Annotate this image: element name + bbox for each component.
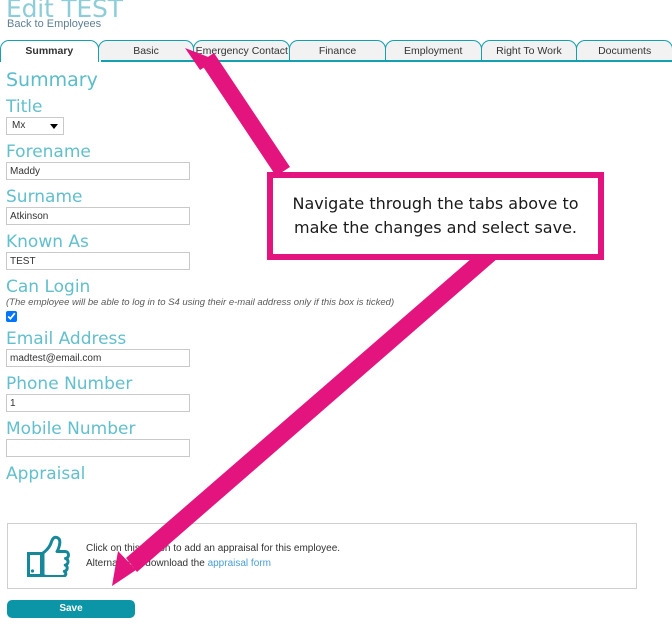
appraisal-line-2: Alternatively, download the appraisal fo… bbox=[86, 556, 340, 571]
title-select[interactable]: Mx bbox=[6, 117, 64, 135]
title-select-value: Mx bbox=[12, 120, 26, 131]
label-can-login: Can Login bbox=[6, 277, 91, 297]
instruction-callout-text: Navigate through the tabs above to make … bbox=[292, 194, 579, 237]
label-phone-number: Phone Number bbox=[6, 374, 133, 394]
tab-documents[interactable]: Documents bbox=[576, 40, 672, 62]
summary-form: Summary Title Mx Forename Surname Known … bbox=[0, 62, 672, 484]
section-heading-summary: Summary bbox=[6, 69, 98, 91]
mobile-number-input[interactable] bbox=[6, 439, 190, 457]
surname-input[interactable] bbox=[6, 207, 190, 225]
appraisal-panel: Click on this button to add an appraisal… bbox=[7, 523, 637, 589]
forename-input[interactable] bbox=[6, 162, 190, 180]
phone-number-input[interactable] bbox=[6, 394, 190, 412]
tab-summary[interactable]: Summary bbox=[0, 40, 99, 62]
chevron-down-icon bbox=[50, 124, 58, 129]
label-mobile-number: Mobile Number bbox=[6, 419, 136, 439]
known-as-input[interactable] bbox=[6, 252, 190, 270]
appraisal-form-link[interactable]: appraisal form bbox=[208, 558, 271, 569]
tab-emergency-contact[interactable]: Emergency Contact bbox=[193, 40, 291, 62]
can-login-checkbox[interactable] bbox=[6, 311, 17, 322]
back-to-employees-link[interactable]: Back to Employees bbox=[7, 18, 101, 30]
label-title: Title bbox=[6, 97, 43, 117]
label-forename: Forename bbox=[6, 142, 91, 162]
save-button[interactable]: Save bbox=[7, 600, 135, 618]
tab-right-to-work[interactable]: Right To Work bbox=[480, 40, 578, 62]
thumbs-up-icon[interactable] bbox=[26, 535, 70, 577]
label-email-address: Email Address bbox=[6, 329, 127, 349]
appraisal-line-2-prefix: Alternatively, download the bbox=[86, 558, 208, 569]
can-login-hint: (The employee will be able to log in to … bbox=[6, 297, 395, 308]
instruction-callout: Navigate through the tabs above to make … bbox=[267, 172, 604, 260]
appraisal-description: Click on this button to add an appraisal… bbox=[86, 541, 340, 571]
tab-bar: Summary Basic Emergency Contact Finance … bbox=[0, 38, 672, 62]
tab-employment[interactable]: Employment bbox=[384, 40, 482, 62]
tab-finance[interactable]: Finance bbox=[289, 40, 386, 62]
tab-basic[interactable]: Basic bbox=[97, 40, 195, 62]
label-appraisal: Appraisal bbox=[6, 464, 86, 484]
email-address-input[interactable] bbox=[6, 349, 190, 367]
appraisal-line-1: Click on this button to add an appraisal… bbox=[86, 543, 341, 554]
